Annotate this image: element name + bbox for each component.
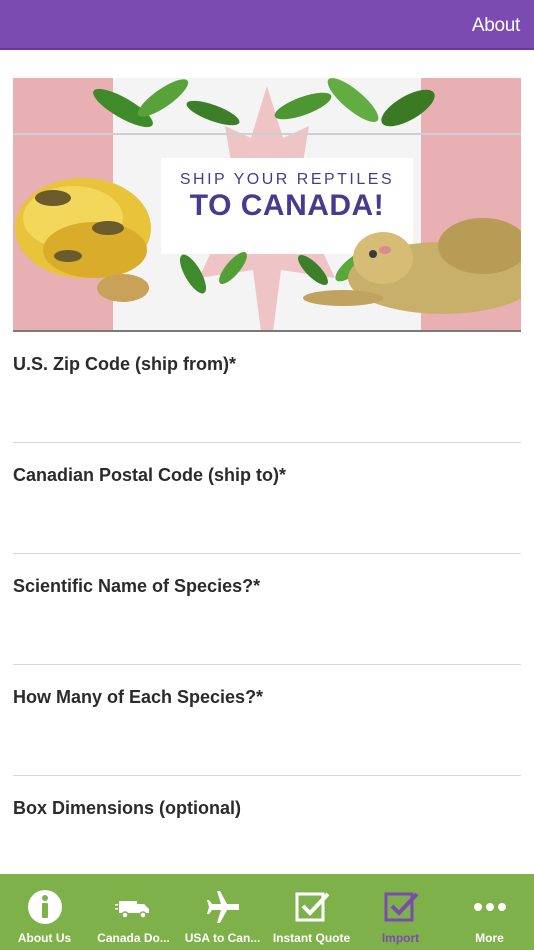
us-zip-code-label: U.S. Zip Code (ship from)* bbox=[13, 354, 236, 374]
tab-label: About Us bbox=[17, 931, 72, 945]
banner-title-small: SHIP YOUR REPTILES bbox=[179, 171, 395, 188]
us-zip-code-field: U.S. Zip Code (ship from)* bbox=[13, 332, 525, 443]
more-dots-icon bbox=[473, 903, 506, 911]
tab-import[interactable]: Import bbox=[356, 874, 445, 950]
tab-more[interactable]: More bbox=[445, 874, 534, 950]
tab-label: USA to Can... bbox=[184, 931, 261, 945]
box-dimensions-label: Box Dimensions (optional) bbox=[13, 798, 242, 818]
species-count-field: How Many of Each Species?* bbox=[13, 665, 525, 776]
banner-title-large: TO CANADA! bbox=[189, 189, 385, 222]
scientific-name-label: Scientific Name of Species?* bbox=[13, 576, 261, 596]
checkbox-icon bbox=[384, 892, 418, 922]
tab-usa-to-canada[interactable]: USA to Can... bbox=[178, 874, 267, 950]
species-count-input[interactable] bbox=[13, 717, 525, 759]
us-zip-code-input[interactable] bbox=[13, 384, 525, 426]
info-icon bbox=[27, 890, 62, 924]
promo-banner-image: SHIP YOUR REPTILES TO CANADA! bbox=[13, 78, 521, 332]
tab-canada-domestic[interactable]: Canada Do... bbox=[89, 874, 178, 950]
checkbox-icon bbox=[295, 892, 329, 922]
top-navigation-bar: About bbox=[0, 0, 534, 50]
scientific-name-field: Scientific Name of Species?* bbox=[13, 554, 525, 665]
tab-label: Canada Do... bbox=[97, 931, 170, 945]
canadian-postal-code-label: Canadian Postal Code (ship to)* bbox=[13, 465, 287, 485]
canadian-postal-code-field: Canadian Postal Code (ship to)* bbox=[13, 443, 525, 554]
box-dimensions-field: Box Dimensions (optional) bbox=[13, 776, 525, 887]
species-count-label: How Many of Each Species?* bbox=[13, 687, 264, 707]
bottom-tab-bar: About Us Canada Do... USA to Can... Inst… bbox=[0, 874, 534, 950]
scientific-name-input[interactable] bbox=[13, 606, 525, 648]
tab-about-us[interactable]: About Us bbox=[0, 874, 89, 950]
tab-label: Import bbox=[381, 931, 420, 945]
tab-label: More bbox=[475, 931, 504, 945]
tab-instant-quote[interactable]: Instant Quote bbox=[267, 874, 356, 950]
canadian-postal-code-input[interactable] bbox=[13, 495, 525, 537]
airplane-icon bbox=[206, 891, 239, 923]
box-dimensions-input[interactable] bbox=[13, 828, 525, 870]
about-link[interactable]: About bbox=[472, 15, 520, 37]
tab-label: Instant Quote bbox=[272, 931, 351, 945]
truck-icon bbox=[114, 901, 149, 919]
